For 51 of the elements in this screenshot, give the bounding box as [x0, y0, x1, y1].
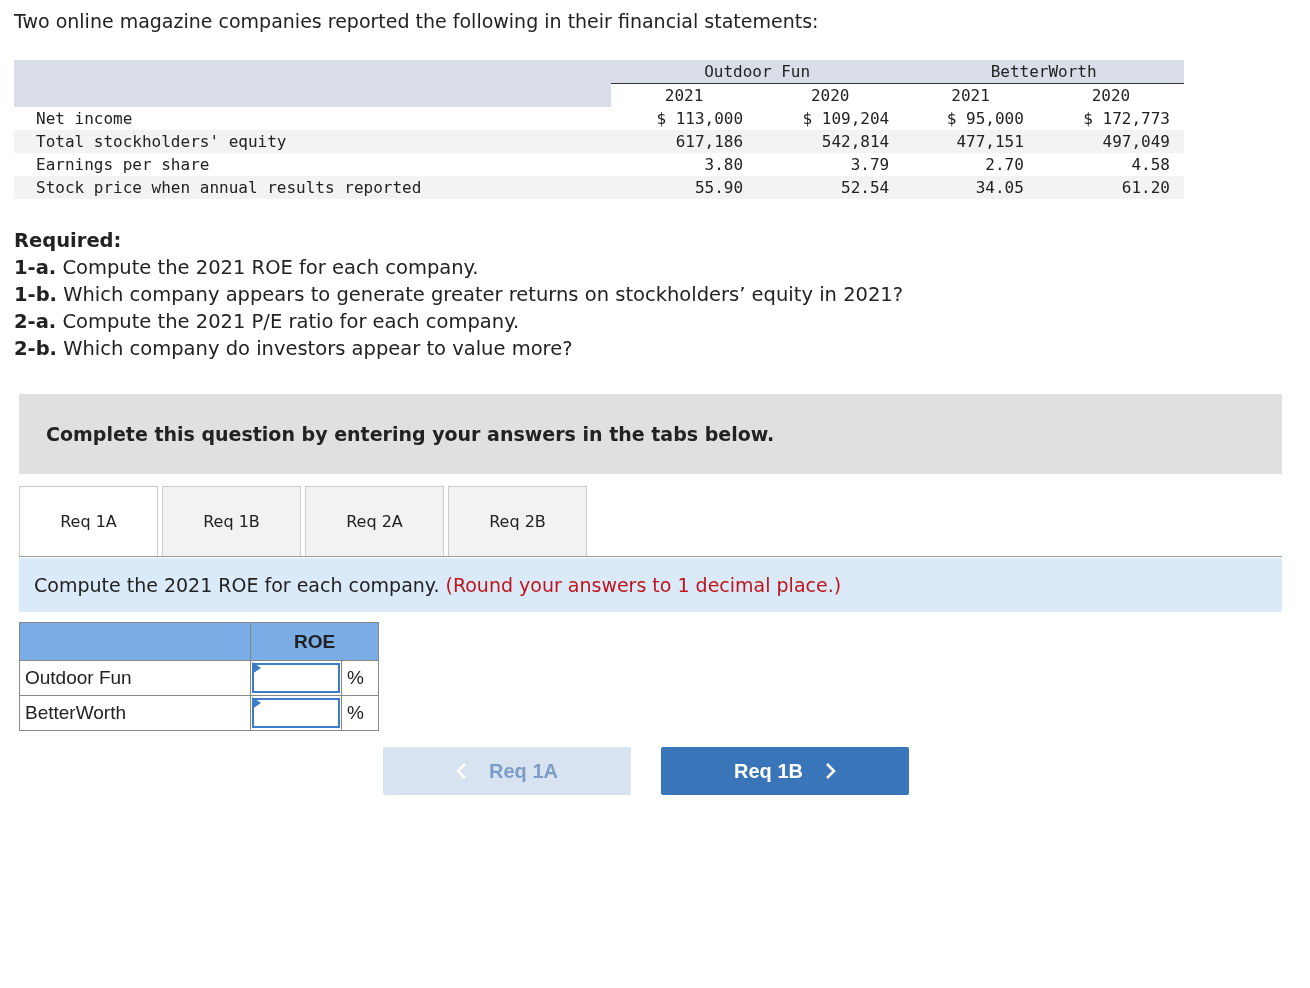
banner-text: Complete this question by entering your answers in the tabs below.: [46, 423, 775, 445]
table-value: 542,814: [821, 132, 890, 151]
requirement-text: 1-b. Which company appears to generate greater returns on stockholders’ equity in 2021?: [14, 282, 905, 308]
instruction-text: Compute the 2021 ROE for each company. (Round your answers to 1 decimal place.): [34, 574, 842, 596]
table-value: $ 109,204: [802, 109, 890, 128]
requirement-text: 1-a. Compute the 2021 ROE for each company.: [14, 255, 480, 281]
year-heading: 2021: [664, 86, 704, 105]
rounding-note: (Round your answers to 1 decimal place.): [445, 574, 842, 596]
table-value: 617,186: [675, 132, 744, 151]
row-label: Earnings per share: [36, 155, 210, 174]
table-value: 52.54: [841, 178, 890, 197]
table-value: 3.79: [850, 155, 890, 174]
corner-marker-icon: [252, 697, 261, 709]
table-value: $ 95,000: [946, 109, 1024, 128]
company-heading: Outdoor Fun: [704, 62, 811, 81]
year-heading: 2021: [951, 86, 990, 105]
tab[interactable]: Req 2B: [448, 486, 587, 556]
answer-field[interactable]: [252, 698, 340, 728]
table-value: 497,049: [1102, 132, 1170, 151]
next-button[interactable]: Req 1B: [661, 747, 909, 795]
required-heading: Required:: [14, 228, 123, 254]
requirement-text: 2-b. Which company do investors appear to value more?: [14, 336, 574, 362]
table-value: 55.90: [694, 178, 744, 197]
tab[interactable]: Req 1B: [162, 486, 301, 556]
column-heading: ROE: [293, 630, 336, 652]
row-label: Total stockholders' equity: [36, 132, 287, 151]
table-value: $ 113,000: [656, 109, 744, 128]
table-value: 3.80: [704, 155, 744, 174]
row-label: Outdoor Fun: [25, 667, 132, 688]
company-heading: BetterWorth: [990, 62, 1097, 81]
year-heading: 2020: [1091, 86, 1131, 105]
table-value: 2.70: [985, 155, 1024, 174]
table-value: 61.20: [1121, 178, 1170, 197]
tab[interactable]: Req 1A: [19, 486, 158, 556]
table-value: $ 172,773: [1083, 109, 1170, 128]
percent-sign: %: [347, 702, 364, 723]
year-heading: 2020: [810, 86, 850, 105]
chevron-right-icon: [824, 763, 836, 779]
table-value: 4.58: [1131, 155, 1170, 174]
row-label: Stock price when annual results reported: [36, 178, 422, 197]
row-label: BetterWorth: [25, 702, 127, 723]
row-label: Net income: [36, 109, 133, 128]
percent-sign: %: [347, 667, 364, 688]
intro-text: Two online magazine companies reported the following in their financial statements:: [14, 10, 820, 32]
tab[interactable]: Req 2A: [305, 486, 444, 556]
answer-field[interactable]: [252, 663, 340, 693]
chevron-left-icon: [456, 763, 468, 779]
table-value: 477,151: [956, 132, 1024, 151]
corner-marker-icon: [252, 662, 261, 674]
table-value: 34.05: [975, 178, 1024, 197]
requirement-text: 2-a. Compute the 2021 P/E ratio for each company.: [14, 309, 521, 335]
